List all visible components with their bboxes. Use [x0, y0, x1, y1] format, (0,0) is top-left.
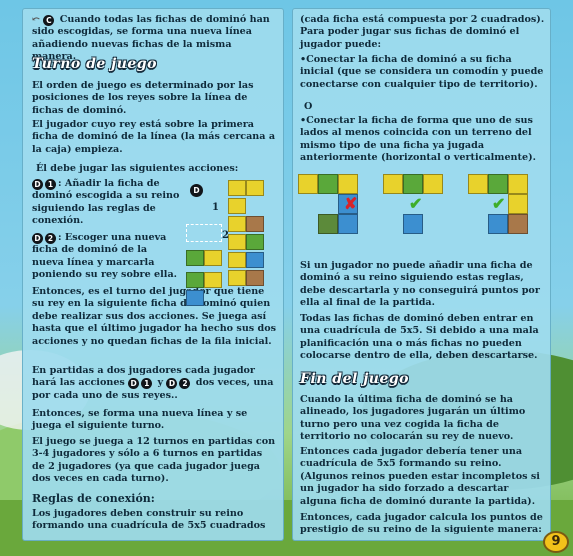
heading-fin-del-juego: Fin del juego	[300, 371, 409, 387]
badge-d: D	[32, 179, 43, 190]
badge-c: C	[43, 15, 55, 26]
tile-castle	[488, 174, 508, 194]
badge-1: 1	[141, 378, 153, 390]
paragraph-cada: (cada ficha está compuesta por 2 cuadrad…	[300, 14, 545, 50]
paragraph-orden: El orden de juego es determinado por las…	[32, 80, 254, 116]
tile-wheat	[204, 250, 222, 266]
tile-wheat	[228, 234, 246, 250]
tile-water	[403, 214, 423, 234]
tile-forest	[318, 214, 338, 234]
diagram-step-1: 1	[212, 202, 219, 213]
placement-slot	[186, 224, 222, 242]
tile-castle	[318, 174, 338, 194]
wrong-mark-icon: ✘	[344, 194, 358, 213]
paragraph-jugador: El jugador cuyo rey está sobre la primer…	[32, 119, 276, 155]
badge-2: 2	[179, 378, 191, 390]
bullet-conectar-inicial: •Conectar la ficha de dominó a su ficha …	[300, 54, 544, 90]
tile-wheat	[423, 174, 443, 194]
tile-mine	[246, 270, 264, 286]
tile-water	[246, 252, 264, 268]
tile-forest	[186, 272, 204, 288]
tile-wheat	[228, 198, 246, 214]
right-mark-icon: ✔	[409, 194, 423, 213]
paragraph-action-2: D2: Escoger una nueva ficha de dominó de…	[32, 232, 177, 281]
diagram-badge-d: D	[190, 184, 203, 197]
right-mark-icon: ✔	[492, 194, 506, 213]
connection-example-2: ✔	[383, 174, 463, 244]
tile-wheat	[228, 252, 246, 268]
tile-wheat	[468, 174, 488, 194]
tile-wheat	[338, 174, 358, 194]
tile-castle	[403, 174, 423, 194]
heading-reglas-de-conexion: Reglas de conexión:	[32, 492, 155, 505]
paragraph-reglas: Los jugadores deben construir su reino f…	[32, 508, 266, 532]
paragraph-fin-2: Entonces cada jugador debería tener una …	[300, 446, 540, 507]
tile-forest	[186, 250, 204, 266]
paragraph-entonces-2: Entonces, se forma una nueva línea y se …	[32, 408, 248, 432]
tile-water	[186, 290, 204, 306]
tile-water	[488, 214, 508, 234]
tile-wheat	[246, 180, 264, 196]
turn-diagram: D 1 2	[182, 178, 282, 308]
tile-wheat	[298, 174, 318, 194]
badge-d: D	[32, 233, 43, 244]
tile-water	[338, 214, 358, 234]
connection-example-3: ✔	[468, 174, 548, 244]
connection-example-1: ✘	[298, 174, 378, 244]
badge-2: 2	[45, 233, 56, 244]
paragraph-todas-las-fichas: Todas las fichas de dominó deben entrar …	[300, 313, 539, 362]
badge-d: D	[166, 378, 178, 390]
tile-wheat	[508, 194, 528, 214]
tile-mine	[246, 216, 264, 232]
badge-d: D	[128, 378, 140, 390]
tile-wheat	[508, 174, 528, 194]
paragraph-fin-3: Entonces, cada jugador calcula los punto…	[300, 512, 543, 536]
paragraph-partidas: En partidas a dos jugadores cada jugador…	[32, 365, 274, 401]
tile-mine	[508, 214, 528, 234]
paragraph-action-1: D1: Añadir la ficha de dominó escogida a…	[32, 178, 180, 227]
paragraph-debe: Él debe jugar las siguientes acciones:	[36, 163, 239, 174]
paragraph-juego-12: El juego se juega a 12 turnos en partida…	[32, 436, 276, 485]
tile-wheat	[228, 216, 246, 232]
badge-1: 1	[45, 179, 56, 190]
bullet-conectar-lado: •Conectar la ficha de forma que uno de s…	[300, 115, 536, 164]
paragraph-fin-1: Cuando la última ficha de dominó se ha a…	[300, 394, 526, 443]
paragraph-si-no-puede: Si un jugador no puede añadir una ficha …	[300, 260, 540, 309]
diagram-step-2: 2	[222, 230, 229, 241]
tile-wheat	[204, 272, 222, 288]
or-label: O	[304, 101, 313, 112]
tile-wheat	[383, 174, 403, 194]
heading-turno-de-juego: Turno de juego	[32, 56, 157, 72]
tile-wheat	[228, 180, 246, 196]
tile-forest	[246, 234, 264, 250]
tile-wheat	[228, 270, 246, 286]
page-number: 9	[543, 531, 569, 553]
